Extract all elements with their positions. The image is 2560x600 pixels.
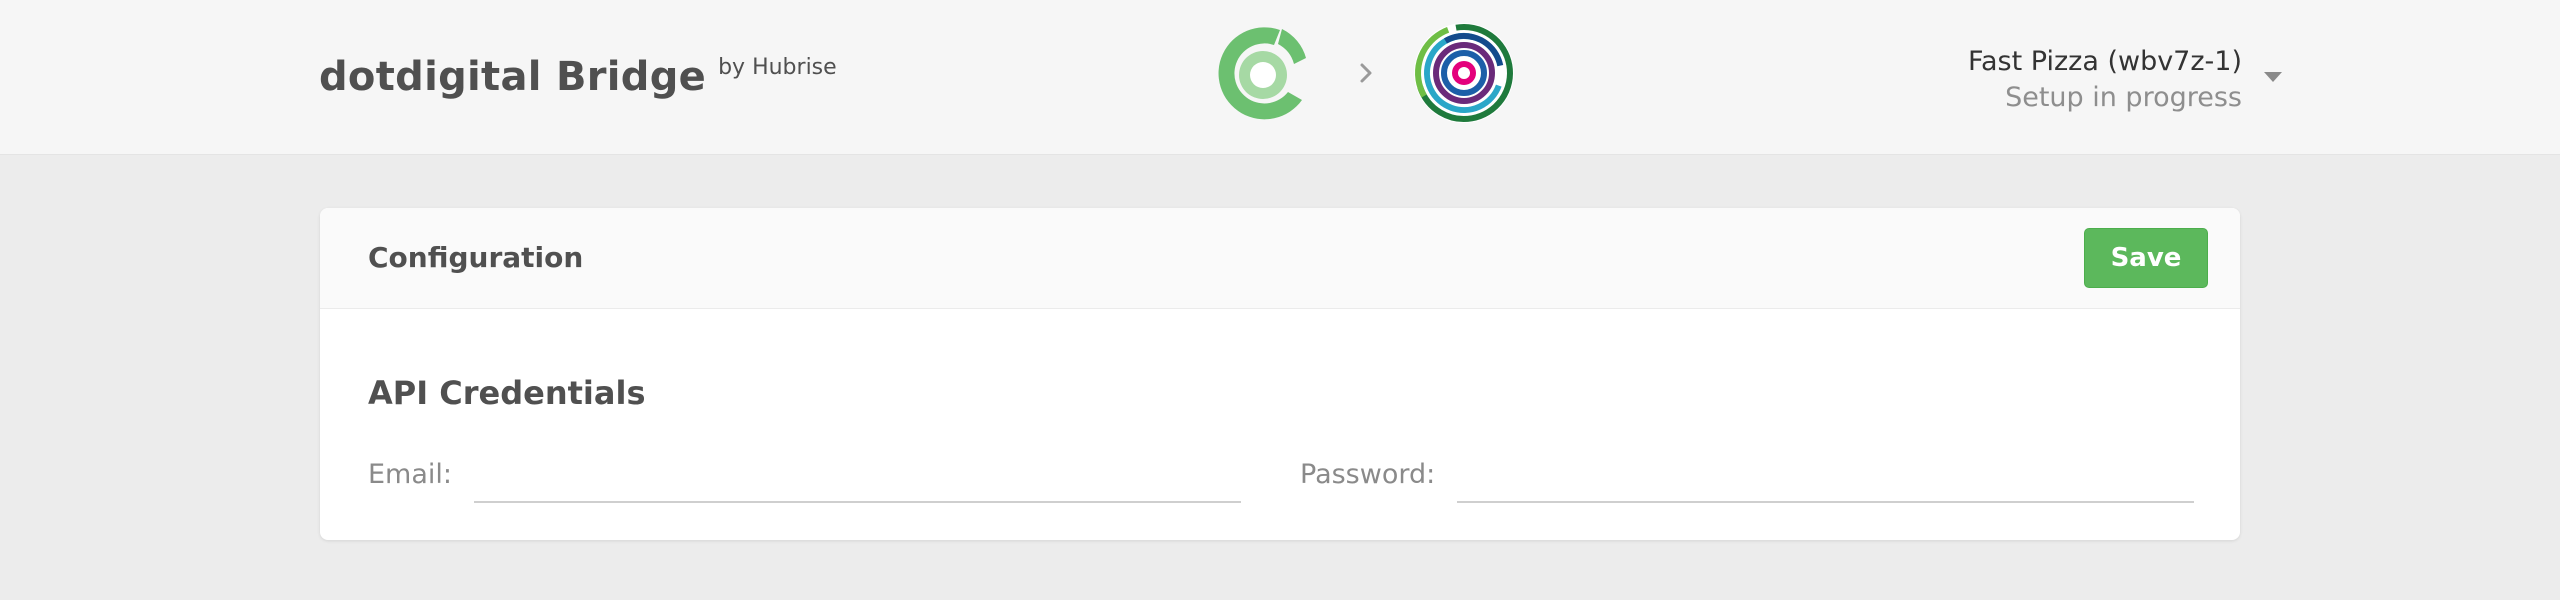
- card-header: Configuration Save: [320, 208, 2240, 309]
- save-button[interactable]: Save: [2084, 228, 2208, 288]
- app-header: dotdigital Bridge by Hubrise Fast Pizza …: [0, 0, 2560, 155]
- caret-down-icon[interactable]: [2264, 72, 2282, 82]
- configuration-card: Configuration Save API Credentials Email…: [320, 208, 2240, 540]
- section-title: API Credentials: [368, 374, 646, 412]
- email-field-group: Email:: [368, 443, 1241, 503]
- hubrise-logo-icon: [1218, 27, 1306, 120]
- dotdigital-logo-icon: [1414, 23, 1514, 123]
- password-label: Password:: [1300, 459, 1436, 490]
- account-name: Fast Pizza (wbv7z-1): [1967, 46, 2242, 77]
- email-input[interactable]: [474, 457, 1241, 503]
- brand-by-label: by Hubrise: [718, 55, 837, 80]
- integration-logos: [1210, 18, 1516, 128]
- password-input[interactable]: [1457, 457, 2194, 503]
- account-menu[interactable]: Fast Pizza (wbv7z-1) Setup in progress: [1967, 44, 2282, 116]
- chevron-right-icon: [1360, 63, 1372, 83]
- email-label: Email:: [368, 459, 453, 490]
- password-field-group: Password:: [1300, 443, 2194, 503]
- brand-name: dotdigital Bridge: [319, 54, 707, 100]
- brand: dotdigital Bridge by Hubrise: [319, 50, 837, 104]
- card-title: Configuration: [368, 241, 584, 274]
- account-status: Setup in progress: [2005, 82, 2242, 113]
